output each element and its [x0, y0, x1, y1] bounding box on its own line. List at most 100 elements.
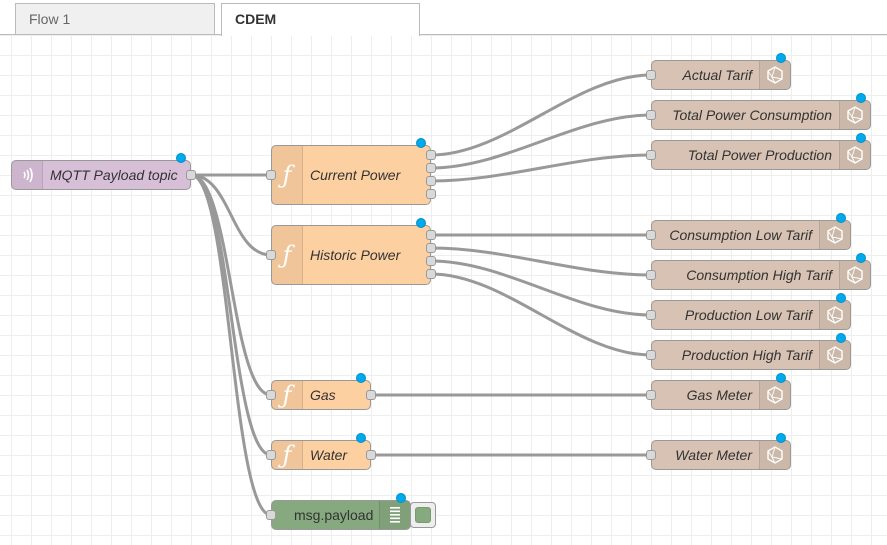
node-label: Total Power Production: [687, 147, 832, 163]
input-port[interactable]: [646, 150, 656, 160]
status-dot: [836, 293, 846, 303]
input-port[interactable]: [266, 170, 276, 180]
node-label: Historic Power: [310, 247, 401, 263]
node-label: Total Power Consumption: [672, 107, 832, 123]
node-header: [839, 101, 870, 129]
node-label: Consumption Low Tarif: [669, 227, 812, 243]
node-header: [759, 441, 790, 469]
polyhedron-icon: [847, 146, 863, 164]
node-total-power-consumption[interactable]: Total Power Consumption: [651, 100, 871, 130]
status-dot: [776, 53, 786, 63]
node-header: ƒ: [272, 441, 303, 469]
status-dot: [836, 333, 846, 343]
node-consumption-low-tarif[interactable]: Consumption Low Tarif: [651, 220, 851, 250]
function-icon: ƒ: [282, 441, 292, 469]
output-port[interactable]: [186, 170, 196, 180]
function-icon: ƒ: [282, 241, 292, 269]
input-port[interactable]: [266, 250, 276, 260]
node-header: ƒ: [272, 381, 303, 409]
status-dot: [856, 133, 866, 143]
node-header: [379, 501, 410, 529]
node-label: Gas: [310, 387, 336, 403]
status-dot: [776, 433, 786, 443]
node-header: ƒ: [272, 226, 303, 284]
node-header: ƒ: [272, 146, 303, 204]
node-gas-meter[interactable]: Gas Meter: [651, 380, 791, 410]
node-header: [759, 381, 790, 409]
node-total-power-production[interactable]: Total Power Production: [651, 140, 871, 170]
tab-flow-1[interactable]: Flow 1: [15, 3, 215, 34]
status-dot: [416, 138, 426, 148]
debug-toggle-indicator: [415, 507, 431, 523]
status-dot: [416, 218, 426, 228]
node-label: MQTT Payload topic: [50, 167, 178, 183]
input-port[interactable]: [266, 450, 276, 460]
node-production-high-tarif[interactable]: Production High Tarif: [651, 340, 851, 370]
input-port[interactable]: [646, 350, 656, 360]
workspace-tabs: Flow 1 CDEM: [0, 0, 887, 36]
node-header: [819, 341, 850, 369]
status-dot: [396, 493, 406, 503]
radio-waves-icon: [23, 167, 33, 183]
output-port[interactable]: [366, 450, 376, 460]
node-label: Consumption High Tarif: [686, 267, 832, 283]
node-water[interactable]: ƒ Water: [271, 440, 371, 470]
node-historic-power[interactable]: ƒ Historic Power: [271, 225, 431, 285]
node-consumption-high-tarif[interactable]: Consumption High Tarif: [651, 260, 871, 290]
input-port[interactable]: [646, 70, 656, 80]
output-port-4[interactable]: [426, 269, 436, 279]
node-gas[interactable]: ƒ Gas: [271, 380, 371, 410]
node-label: Production Low Tarif: [684, 307, 812, 323]
status-dot: [836, 213, 846, 223]
status-dot: [856, 253, 866, 263]
status-dot: [776, 373, 786, 383]
output-port-2[interactable]: [426, 243, 436, 253]
status-dot: [356, 433, 366, 443]
output-port-2[interactable]: [426, 163, 436, 173]
node-header: [759, 61, 790, 89]
status-connected-dot: [176, 153, 186, 163]
input-port[interactable]: [646, 230, 656, 240]
polyhedron-icon: [847, 106, 863, 124]
node-label: Water Meter: [675, 447, 752, 463]
output-port-1[interactable]: [426, 150, 436, 160]
polyhedron-icon: [767, 66, 783, 84]
polyhedron-icon: [767, 446, 783, 464]
list-icon: [390, 507, 400, 523]
input-port[interactable]: [646, 310, 656, 320]
tab-cdem[interactable]: CDEM: [221, 3, 420, 36]
node-label: Water: [310, 447, 348, 463]
input-port[interactable]: [646, 450, 656, 460]
node-debug[interactable]: msg.payload: [271, 500, 411, 530]
polyhedron-icon: [767, 386, 783, 404]
input-port[interactable]: [646, 110, 656, 120]
node-water-meter[interactable]: Water Meter: [651, 440, 791, 470]
input-port[interactable]: [646, 270, 656, 280]
node-label: Gas Meter: [686, 387, 752, 403]
node-label: msg.payload: [294, 507, 374, 523]
polyhedron-icon: [827, 306, 843, 324]
output-port-3[interactable]: [426, 256, 436, 266]
input-port[interactable]: [646, 390, 656, 400]
node-header: [819, 221, 850, 249]
node-label: Actual Tarif: [682, 67, 752, 83]
output-port[interactable]: [366, 390, 376, 400]
debug-toggle-button[interactable]: [410, 502, 436, 528]
node-header: [819, 301, 850, 329]
output-port-1[interactable]: [426, 230, 436, 240]
output-port-4[interactable]: [426, 189, 436, 199]
input-port[interactable]: [266, 510, 276, 520]
node-production-low-tarif[interactable]: Production Low Tarif: [651, 300, 851, 330]
function-icon: ƒ: [282, 381, 292, 409]
output-port-3[interactable]: [426, 176, 436, 186]
polyhedron-icon: [847, 266, 863, 284]
node-actual-tarif[interactable]: Actual Tarif: [651, 60, 791, 90]
status-dot: [856, 93, 866, 103]
polyhedron-icon: [827, 346, 843, 364]
node-current-power[interactable]: ƒ Current Power: [271, 145, 431, 205]
node-mqtt-in[interactable]: MQTT Payload topic: [11, 160, 191, 190]
node-header: [839, 261, 870, 289]
node-header: [839, 141, 870, 169]
input-port[interactable]: [266, 390, 276, 400]
node-label: Production High Tarif: [681, 347, 812, 363]
